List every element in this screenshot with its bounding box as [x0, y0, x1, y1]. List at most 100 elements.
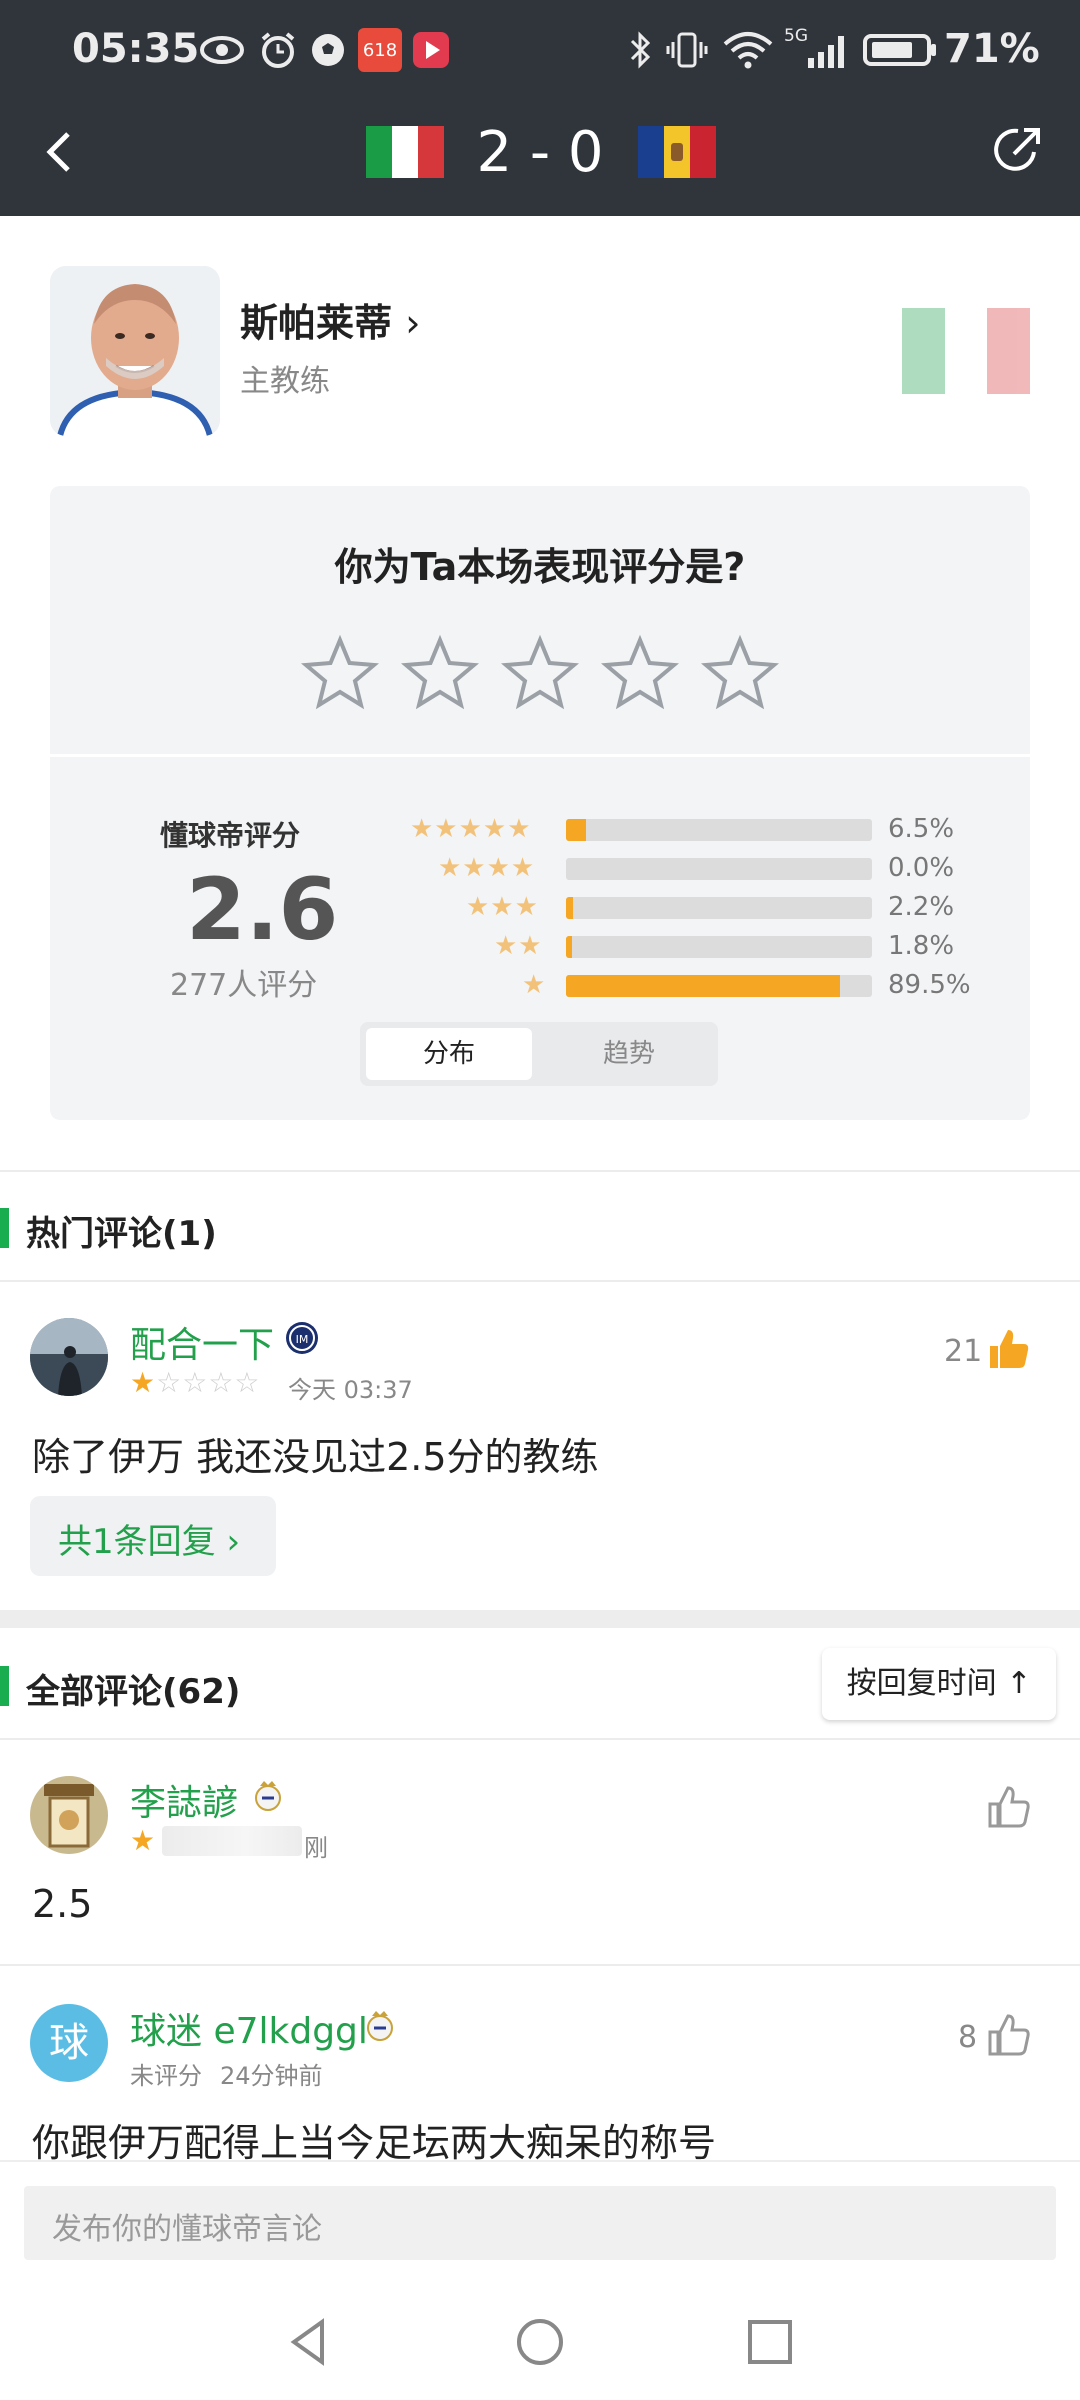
distribution-row: ★★★ 2.2%	[380, 892, 1000, 922]
comment-input[interactable]: 发布你的懂球帝言论	[24, 2186, 1056, 2260]
chevron-right-icon: ›	[405, 301, 421, 345]
rate-star-1-icon[interactable]	[300, 634, 380, 714]
coach-name: 斯帕莱蒂	[240, 301, 393, 345]
blurred-text	[162, 1826, 302, 1856]
rating-count: 277人评分	[170, 968, 318, 1003]
comment-username[interactable]: 球迷 e7lkdggl	[130, 2002, 368, 2054]
comment-text: 2.5	[32, 1882, 93, 1926]
share-button[interactable]	[990, 122, 1046, 178]
like-count: 21	[944, 1334, 983, 1369]
rate-star-4-icon[interactable]	[600, 634, 680, 714]
star-count-5: ★★★★★	[410, 814, 532, 844]
team-flag-faded	[902, 308, 1031, 394]
tab-distribution[interactable]: 分布	[366, 1028, 532, 1080]
away-team-flag	[638, 126, 716, 178]
nav-back-icon[interactable]	[280, 2312, 340, 2372]
distribution-bar-track	[566, 936, 872, 958]
eye-icon	[196, 28, 248, 72]
divider	[0, 1280, 1080, 1282]
nav-recents-icon[interactable]	[740, 2312, 800, 2372]
thumbs-up-icon[interactable]	[986, 1326, 1032, 1372]
hot-comments-title: 热门评论(1)	[26, 1214, 217, 1254]
distribution-percent: 6.5%	[888, 814, 955, 844]
distribution-percent: 89.5%	[888, 970, 971, 1000]
vibrate-icon	[664, 28, 710, 72]
rate-star-3-icon[interactable]	[500, 634, 580, 714]
distribution-bar-fill	[566, 897, 573, 919]
view-replies-button[interactable]: 共1条回复 ›	[30, 1496, 276, 1576]
like-count: 8	[958, 2020, 978, 2055]
section-marker	[0, 1208, 9, 1248]
star-count-1: ★	[522, 970, 547, 1000]
thumbs-up-icon[interactable]	[986, 1784, 1032, 1830]
wifi-icon	[720, 28, 776, 72]
divider	[0, 1738, 1080, 1740]
distribution-bar-fill	[566, 975, 840, 997]
view-replies-label: 共1条回复 ›	[58, 1522, 241, 1562]
divider	[0, 1170, 1080, 1172]
distribution-row: ★★ 1.8%	[380, 931, 1000, 961]
comment-star-rating: ★	[130, 1824, 157, 1857]
section-marker	[0, 1666, 9, 1706]
all-comments-title: 全部评论(62)	[26, 1672, 241, 1712]
comment-username[interactable]: 配合一下	[130, 1316, 274, 1368]
coach-name-link[interactable]: 斯帕莱蒂 ›	[240, 292, 420, 347]
avatar[interactable]	[30, 1318, 108, 1396]
distribution-bar-track	[566, 858, 872, 880]
app-618-icon: 618	[358, 28, 402, 72]
real-madrid-badge-icon	[367, 2011, 393, 2041]
distribution-bar-fill	[566, 819, 586, 841]
section-gap	[0, 1610, 1080, 1628]
comment-username[interactable]: 李誌諺	[130, 1774, 238, 1826]
distribution-row: ★★★★★ 6.5%	[380, 814, 1000, 844]
chevron-left-icon	[46, 132, 70, 172]
network-type: 5G	[784, 26, 808, 46]
top-bar: 05:35 618 5G 71% 2 - 0	[0, 0, 1080, 216]
coach-avatar[interactable]	[50, 266, 220, 436]
comment-text: 除了伊万 我还没见过2.5分的教练	[32, 1435, 599, 1479]
football-icon	[308, 28, 348, 72]
star-count-2: ★★	[494, 931, 543, 961]
view-switch: 分布 趋势	[360, 1022, 718, 1086]
svg-text:IM: IM	[296, 1333, 309, 1346]
rate-star-5-icon[interactable]	[700, 634, 780, 714]
star-count-4: ★★★★	[438, 853, 536, 883]
battery-percent: 71%	[944, 26, 1040, 72]
match-score: 2 - 0	[476, 120, 604, 185]
avatar[interactable]: 球	[30, 2004, 108, 2082]
status-bar: 05:35 618 5G 71%	[0, 0, 1080, 100]
coach-role: 主教练	[240, 364, 330, 399]
distribution-bar-track	[566, 975, 872, 997]
alarm-icon	[258, 28, 298, 72]
home-team-flag	[366, 126, 444, 178]
distribution-row: ★ 89.5%	[380, 970, 1000, 1000]
distribution-percent: 0.0%	[888, 853, 955, 883]
comment-input-placeholder: 发布你的懂球帝言论	[52, 2212, 322, 2247]
rating-panel: 你为Ta本场表现评分是? 懂球帝评分 2.6 277人评分 ★★★★★ 6.5% ★…	[50, 486, 1030, 1120]
distribution-bar-track	[566, 819, 872, 841]
tab-trend[interactable]: 趋势	[546, 1028, 712, 1080]
comment-star-rating: ★☆☆☆☆	[130, 1366, 261, 1399]
star-count-3: ★★★	[466, 892, 539, 922]
sort-button[interactable]: 按回复时间 ↑	[822, 1648, 1056, 1720]
battery-icon	[862, 28, 940, 72]
share-icon	[994, 128, 1040, 171]
real-madrid-badge-icon	[255, 1781, 281, 1811]
rate-star-2-icon[interactable]	[400, 634, 480, 714]
inter-badge-icon: IM	[286, 1322, 318, 1354]
distribution-percent: 2.2%	[888, 892, 955, 922]
comment-time: 今天 03:37	[288, 1376, 413, 1404]
nav-home-icon[interactable]	[510, 2312, 570, 2372]
distribution-percent: 1.8%	[888, 931, 955, 961]
avatar[interactable]	[30, 1776, 108, 1854]
comment-text: 你跟伊万配得上当今足坛两大痴呆的称号	[32, 2121, 717, 2165]
back-button[interactable]	[36, 124, 88, 180]
panel-divider	[50, 754, 1030, 757]
comment-time: 24分钟前	[220, 2062, 323, 2090]
signal-icon: 5G	[784, 26, 850, 72]
thumbs-up-icon[interactable]	[986, 2012, 1032, 2058]
average-score: 2.6	[186, 860, 339, 960]
distribution-bar-fill	[566, 936, 572, 958]
status-time: 05:35	[72, 26, 200, 72]
video-app-icon	[410, 28, 452, 72]
